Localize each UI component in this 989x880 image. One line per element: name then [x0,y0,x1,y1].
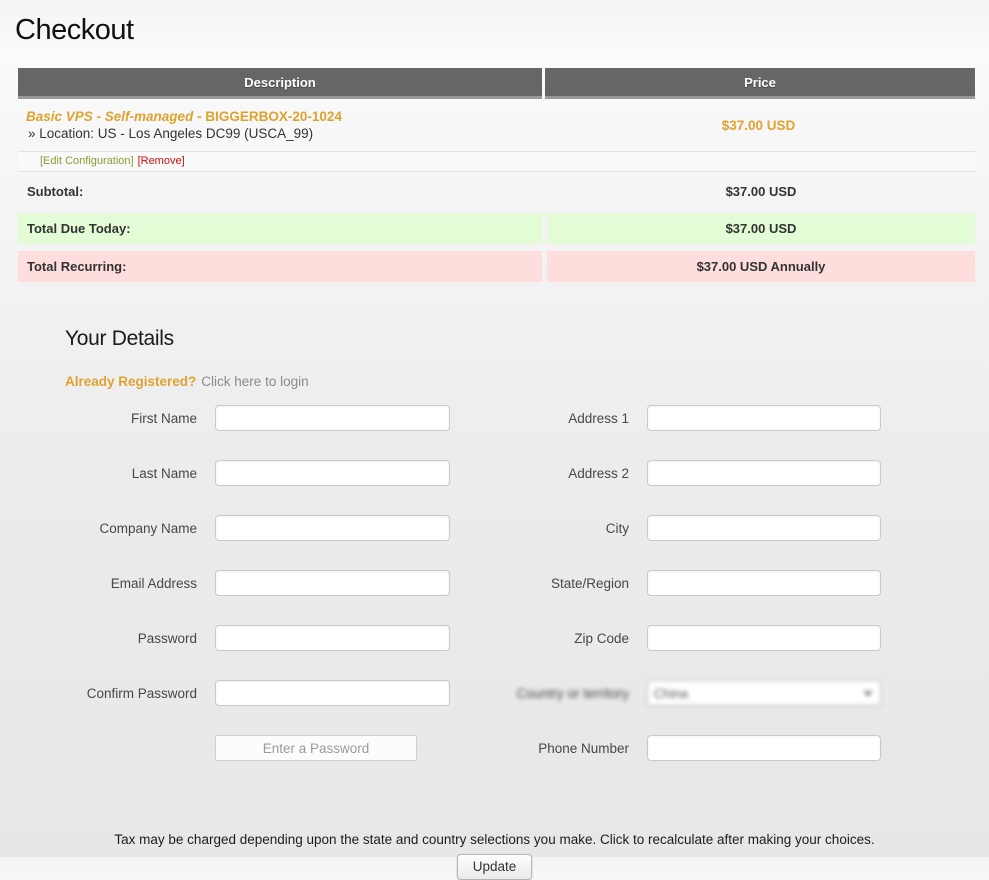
zip-code-label: Zip Code [480,631,647,646]
last-name-input[interactable] [215,460,450,486]
address2-row: Address 2 [480,460,957,486]
product-config-option: » Location: US - Los Angeles DC99 (USCA_… [26,125,542,142]
cart-item-actions: [Edit Configuration] [Remove] [18,151,975,172]
address2-label: Address 2 [480,466,647,481]
phone-number-label: Phone Number [480,741,647,756]
cart-item-price: $37.00 USD [542,108,975,142]
total-recurring-row: Total Recurring: $37.00 USD Annually [18,251,975,282]
company-name-label: Company Name [0,521,215,536]
tax-note: Tax may be charged depending upon the st… [0,832,989,847]
subtotal-row: Subtotal: $37.00 USD [18,176,975,206]
description-column-header: Description [18,68,542,99]
password-label: Password [0,631,215,646]
company-name-input[interactable] [215,515,450,541]
password-strength-row: Enter a Password [0,735,450,761]
total-due-today-row: Total Due Today: $37.00 USD [18,213,975,244]
form-column-left: First Name Last Name Company Name Email … [0,405,450,790]
total-recurring-label: Total Recurring: [18,251,542,282]
country-selected-value: China [654,686,688,701]
last-name-row: Last Name [0,460,450,486]
total-due-today-label: Total Due Today: [18,213,542,244]
confirm-password-input[interactable] [215,680,450,706]
product-name: Basic VPS - Self-managed - BIGGERBOX-20-… [26,108,542,125]
product-code: BIGGERBOX-20-1024 [205,109,342,124]
form-column-right: Address 1 Address 2 City State/Region Zi… [480,405,957,790]
address1-label: Address 1 [480,411,647,426]
first-name-label: First Name [0,411,215,426]
address1-row: Address 1 [480,405,957,431]
product-name-separator: - [193,109,205,124]
checkout-page: Checkout Description Price Basic VPS - S… [0,0,989,857]
password-row: Password [0,625,450,651]
subtotal-label: Subtotal: [18,176,542,206]
address2-input[interactable] [647,460,881,486]
zip-code-input[interactable] [647,625,881,651]
total-recurring-value: $37.00 USD Annually [547,251,975,282]
cart-item-description: Basic VPS - Self-managed - BIGGERBOX-20-… [18,108,542,142]
email-address-input[interactable] [215,570,450,596]
state-region-label: State/Region [480,576,647,591]
country-row: Country or territory China [480,680,957,706]
country-label: Country or territory [480,686,647,701]
update-button[interactable]: Update [457,854,533,880]
country-select[interactable]: China [647,680,881,706]
last-name-label: Last Name [0,466,215,481]
first-name-row: First Name [0,405,450,431]
company-name-row: Company Name [0,515,450,541]
city-input[interactable] [647,515,881,541]
your-details-heading: Your Details [65,327,989,351]
total-due-today-value: $37.00 USD [547,213,975,244]
city-label: City [480,521,647,536]
state-region-input[interactable] [647,570,881,596]
state-region-row: State/Region [480,570,957,596]
product-group-name: Basic VPS - Self-managed [26,109,193,124]
first-name-input[interactable] [215,405,450,431]
zip-code-row: Zip Code [480,625,957,651]
confirm-password-row: Confirm Password [0,680,450,706]
phone-number-row: Phone Number [480,735,957,761]
price-column-header: Price [545,68,975,99]
city-row: City [480,515,957,541]
already-registered-text: Already Registered? [65,374,196,389]
subtotal-value: $37.00 USD [547,176,975,206]
order-summary-table: Description Price Basic VPS - Self-manag… [18,68,975,282]
address1-input[interactable] [647,405,881,431]
chevron-down-icon [863,691,873,697]
cart-item-row: Basic VPS - Self-managed - BIGGERBOX-20-… [18,99,975,147]
email-address-label: Email Address [0,576,215,591]
page-title: Checkout [0,0,989,48]
remove-item-link[interactable]: [Remove] [138,155,185,167]
password-input[interactable] [215,625,450,651]
confirm-password-label: Confirm Password [0,686,215,701]
already-registered-line: Already Registered? Click here to login [65,374,989,389]
password-strength-indicator: Enter a Password [215,735,417,761]
phone-number-input[interactable] [647,735,881,761]
update-button-wrap: Update [0,854,989,880]
login-link[interactable]: Click here to login [201,374,308,389]
order-table-header: Description Price [18,68,975,99]
details-form: First Name Last Name Company Name Email … [0,405,989,790]
email-address-row: Email Address [0,570,450,596]
edit-configuration-link[interactable]: [Edit Configuration] [40,155,134,167]
